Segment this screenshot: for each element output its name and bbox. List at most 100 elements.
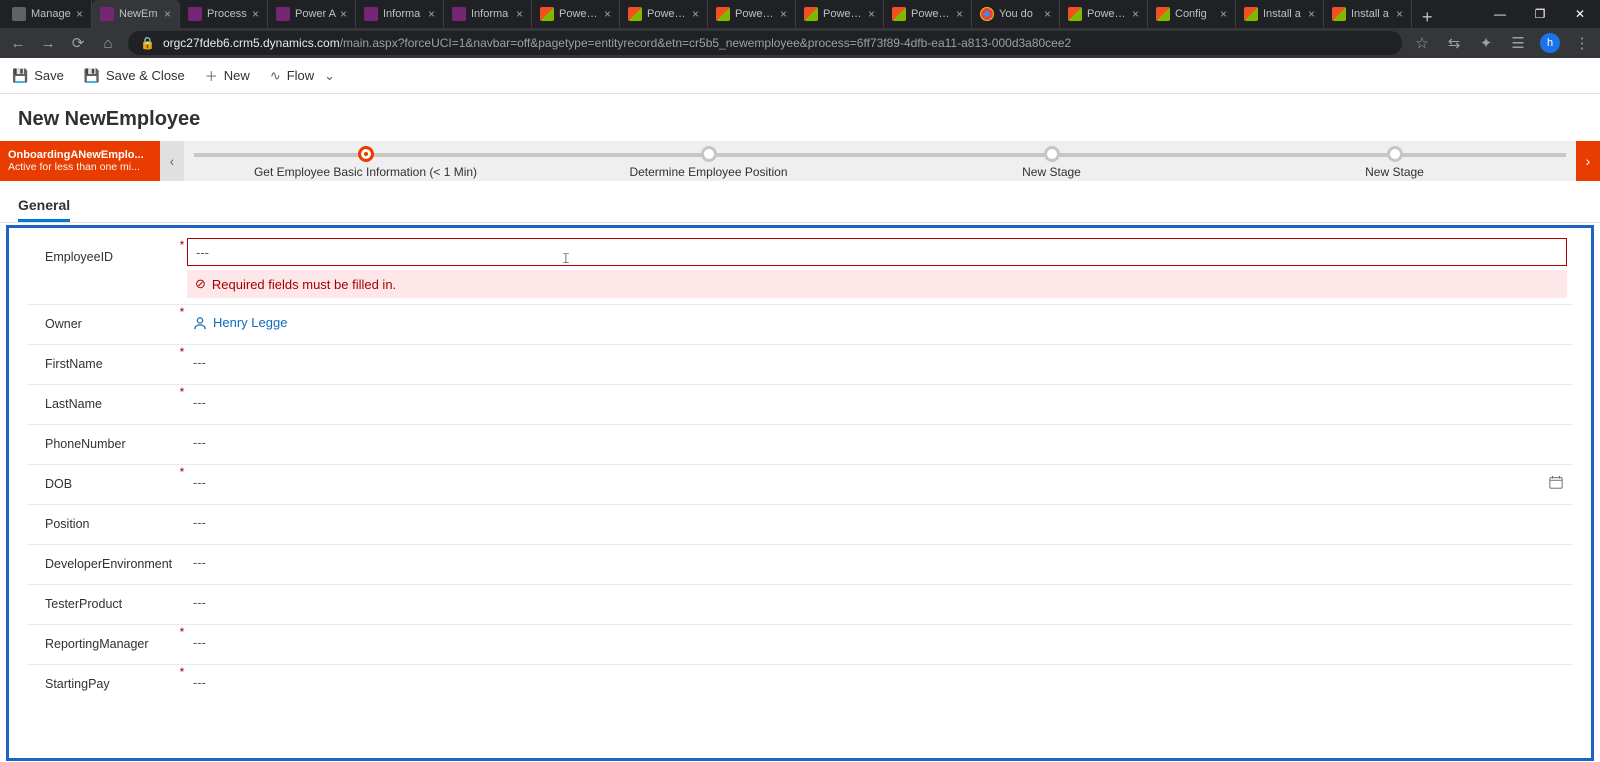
person-icon (193, 316, 207, 330)
browser-tab[interactable]: Informa× (356, 0, 444, 28)
browser-tab[interactable]: Power P× (708, 0, 796, 28)
close-icon[interactable]: × (1220, 7, 1227, 21)
tab-strip: Manage× NewEm× Process× Power A× Informa… (0, 0, 1600, 28)
tab-general[interactable]: General (18, 197, 70, 222)
save-icon: 💾 (12, 68, 28, 84)
field-lastname: LastName * --- (27, 385, 1573, 425)
browser-tab[interactable]: Informa× (444, 0, 532, 28)
close-icon[interactable]: × (340, 7, 347, 21)
browser-tab[interactable]: Manage× (4, 0, 92, 28)
field-label: TesterProduct (27, 585, 177, 623)
business-process-flow: OnboardingANewEmplo... Active for less t… (0, 141, 1600, 181)
close-icon[interactable]: × (516, 7, 523, 21)
share-icon[interactable]: ⇆ (1444, 34, 1464, 52)
employeeid-input[interactable] (187, 238, 1567, 266)
browser-tab[interactable]: Power A× (268, 0, 356, 28)
browser-tab[interactable]: Power P× (620, 0, 708, 28)
form-tabs: General (0, 189, 1600, 223)
close-icon[interactable]: × (252, 7, 259, 21)
flow-button[interactable]: ∿Flow⌄ (270, 68, 335, 84)
bpf-stage[interactable]: New Stage (880, 141, 1223, 181)
close-icon[interactable]: × (780, 7, 787, 21)
calendar-icon[interactable] (1549, 475, 1563, 489)
close-window-icon[interactable]: ✕ (1560, 0, 1600, 28)
bpf-process-flag[interactable]: OnboardingANewEmplo... Active for less t… (0, 141, 160, 181)
browser-tab[interactable]: Power P× (1060, 0, 1148, 28)
required-indicator: * (177, 665, 187, 679)
star-icon[interactable]: ☆ (1412, 34, 1432, 52)
close-icon[interactable]: × (692, 7, 699, 21)
text-cursor-icon: 𝙸 (561, 250, 562, 266)
chevron-down-icon: ⌄ (324, 68, 335, 84)
browser-tab[interactable]: Process× (180, 0, 268, 28)
flow-icon: ∿ (270, 68, 281, 84)
bpf-stage[interactable]: New Stage (1223, 141, 1566, 181)
close-icon[interactable]: × (428, 7, 435, 21)
field-position: Position --- (27, 505, 1573, 545)
browser-chrome: Manage× NewEm× Process× Power A× Informa… (0, 0, 1600, 58)
url-path: /main.aspx?forceUCI=1&navbar=off&pagetyp… (340, 36, 1072, 50)
reload-icon[interactable]: ⟳ (68, 34, 88, 52)
bpf-stage[interactable]: Get Employee Basic Information (< 1 Min) (194, 141, 537, 181)
close-icon[interactable]: × (76, 7, 83, 21)
close-icon[interactable]: × (1132, 7, 1139, 21)
dob-input[interactable]: --- (187, 465, 1573, 500)
browser-tab[interactable]: Power P× (884, 0, 972, 28)
required-indicator: * (177, 305, 187, 319)
close-icon[interactable]: × (604, 7, 611, 21)
browser-tab[interactable]: Power P× (796, 0, 884, 28)
bpf-next-button[interactable]: › (1576, 141, 1600, 181)
position-input[interactable]: --- (187, 505, 1573, 540)
reading-list-icon[interactable]: ☰ (1508, 34, 1528, 52)
field-firstname: FirstName * --- (27, 345, 1573, 385)
required-indicator: * (177, 345, 187, 359)
lastname-input[interactable]: --- (187, 385, 1573, 420)
close-icon[interactable]: × (1308, 7, 1315, 21)
phone-input[interactable]: --- (187, 425, 1573, 460)
bpf-stage[interactable]: Determine Employee Position (537, 141, 880, 181)
field-dob: DOB * --- (27, 465, 1573, 505)
browser-tab[interactable]: Install a× (1324, 0, 1412, 28)
back-icon[interactable]: ← (8, 35, 28, 52)
close-icon[interactable]: × (868, 7, 875, 21)
url-input[interactable]: 🔒 orgc27fdeb6.crm5.dynamics.com/main.asp… (128, 31, 1402, 55)
extensions-icon[interactable]: ✦ (1476, 34, 1496, 52)
close-icon[interactable]: × (1044, 7, 1051, 21)
form-section-highlight: EmployeeID * 𝙸 ⊘ Required fields must be… (6, 225, 1594, 761)
tester-input[interactable]: --- (187, 585, 1573, 620)
browser-tab[interactable]: You do× (972, 0, 1060, 28)
browser-tab[interactable]: Power P× (532, 0, 620, 28)
profile-avatar[interactable]: h (1540, 33, 1560, 53)
field-manager: ReportingManager * --- (27, 625, 1573, 665)
owner-lookup[interactable]: Henry Legge (193, 315, 1567, 330)
maximize-icon[interactable]: ❐ (1520, 0, 1560, 28)
close-icon[interactable]: × (1396, 7, 1403, 21)
manager-input[interactable]: --- (187, 625, 1573, 660)
page-title: New NewEmployee (18, 108, 1582, 131)
new-tab-button[interactable]: + (1412, 7, 1443, 28)
pay-input[interactable]: --- (187, 665, 1573, 700)
field-label: DOB (27, 465, 177, 503)
menu-icon[interactable]: ⋮ (1572, 34, 1592, 52)
address-bar: ← → ⟳ ⌂ 🔒 orgc27fdeb6.crm5.dynamics.com/… (0, 28, 1600, 58)
required-indicator: * (177, 625, 187, 639)
close-icon[interactable]: × (164, 7, 171, 21)
minimize-icon[interactable]: — (1480, 0, 1520, 28)
save-close-button[interactable]: 💾Save & Close (84, 68, 185, 84)
browser-tab[interactable]: Config× (1148, 0, 1236, 28)
window-controls: — ❐ ✕ (1480, 0, 1600, 28)
close-icon[interactable]: × (956, 7, 963, 21)
field-devenv: DeveloperEnvironment --- (27, 545, 1573, 585)
field-label: EmployeeID (27, 238, 177, 276)
forward-icon[interactable]: → (38, 35, 58, 52)
field-label: LastName (27, 385, 177, 423)
bpf-prev-button[interactable]: ‹ (160, 141, 184, 181)
new-button[interactable]: ＋New (205, 66, 250, 85)
field-phone: PhoneNumber --- (27, 425, 1573, 465)
devenv-input[interactable]: --- (187, 545, 1573, 580)
browser-tab[interactable]: NewEm× (92, 0, 180, 28)
home-icon[interactable]: ⌂ (98, 35, 118, 52)
save-button[interactable]: 💾Save (12, 68, 64, 84)
firstname-input[interactable]: --- (187, 345, 1573, 380)
browser-tab[interactable]: Install a× (1236, 0, 1324, 28)
